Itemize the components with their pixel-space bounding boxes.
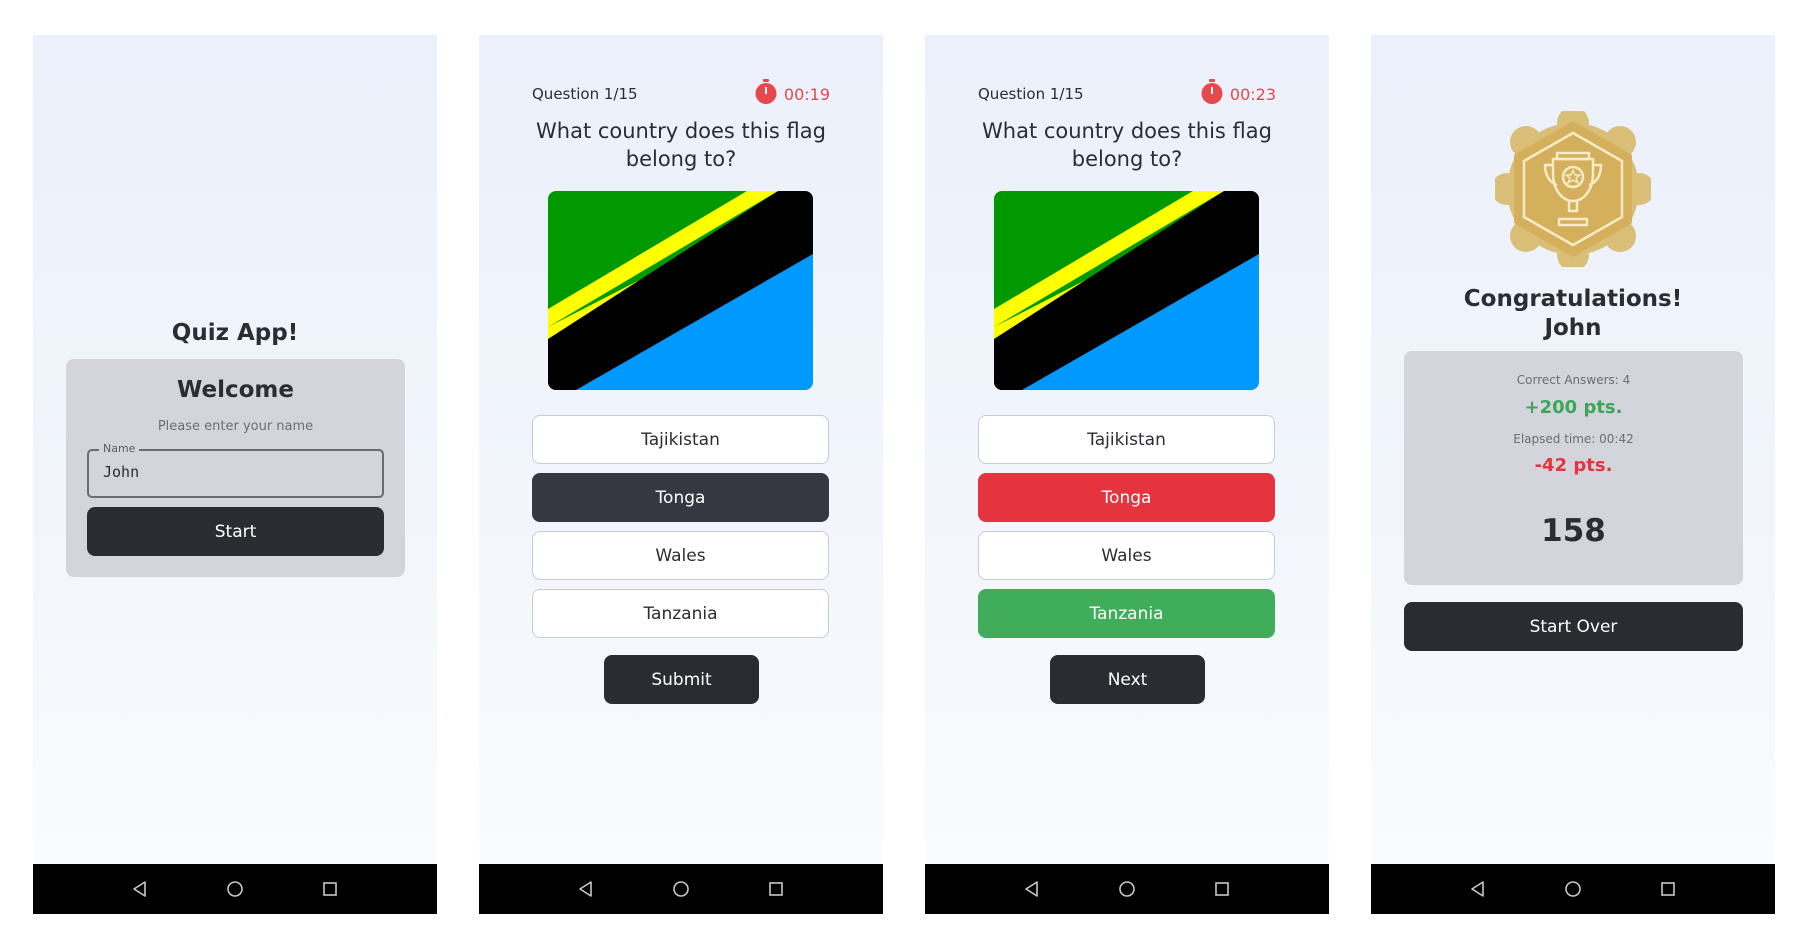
welcome-screen: Quiz App! Welcome Please enter your name… bbox=[33, 35, 437, 914]
home-circle-icon[interactable] bbox=[224, 878, 246, 900]
name-field-label: Name bbox=[99, 442, 140, 455]
android-nav-bar bbox=[479, 864, 883, 914]
question-text: What country does this flag belong to? bbox=[536, 119, 826, 171]
correct-answers-text: Correct Answers: 4 bbox=[1516, 373, 1631, 387]
timer: 00:19 bbox=[754, 79, 830, 109]
recents-square-icon[interactable] bbox=[1211, 878, 1233, 900]
trophy-badge-icon bbox=[1491, 107, 1655, 271]
start-over-button[interactable]: Start Over bbox=[1404, 602, 1743, 651]
android-nav-bar bbox=[925, 864, 1329, 914]
back-triangle-icon[interactable] bbox=[1467, 878, 1489, 900]
option-wales[interactable]: Wales bbox=[532, 531, 829, 580]
android-nav-bar bbox=[33, 864, 437, 914]
back-triangle-icon[interactable] bbox=[575, 878, 597, 900]
start-button[interactable]: Start bbox=[87, 507, 384, 556]
flag-image bbox=[994, 191, 1259, 390]
timer-value: 00:19 bbox=[783, 84, 830, 104]
back-triangle-icon[interactable] bbox=[1021, 878, 1043, 900]
home-circle-icon[interactable] bbox=[1116, 878, 1138, 900]
flag-image bbox=[548, 191, 813, 390]
home-circle-icon[interactable] bbox=[1562, 878, 1584, 900]
option-tajikistan[interactable]: Tajikistan bbox=[978, 415, 1275, 464]
name-input[interactable] bbox=[103, 463, 363, 481]
question-screen-answered: Question 1/15 00:23 What country does th… bbox=[925, 35, 1329, 914]
timer-value: 00:23 bbox=[1229, 84, 1276, 104]
back-triangle-icon[interactable] bbox=[129, 878, 151, 900]
bonus-points: +200 pts. bbox=[1524, 397, 1623, 418]
option-tanzania-correct[interactable]: Tanzania bbox=[978, 589, 1275, 638]
penalty-points: -42 pts. bbox=[1534, 455, 1613, 476]
welcome-title: Welcome bbox=[176, 377, 295, 403]
option-wales[interactable]: Wales bbox=[978, 531, 1275, 580]
recents-square-icon[interactable] bbox=[765, 878, 787, 900]
option-tonga[interactable]: Tonga bbox=[532, 473, 829, 522]
final-score: 158 bbox=[1541, 513, 1606, 549]
welcome-subtitle: Please enter your name bbox=[157, 419, 314, 434]
elapsed-time-text: Elapsed time: 00:42 bbox=[1513, 432, 1634, 446]
app-title: Quiz App! bbox=[171, 320, 299, 346]
option-tajikistan[interactable]: Tajikistan bbox=[532, 415, 829, 464]
welcome-card: Welcome Please enter your name Name Star… bbox=[66, 359, 405, 577]
results-card: Correct Answers: 4 +200 pts. Elapsed tim… bbox=[1404, 351, 1743, 585]
question-counter: Question 1/15 bbox=[978, 85, 1084, 103]
timer: 00:23 bbox=[1200, 79, 1276, 109]
question-text: What country does this flag belong to? bbox=[982, 119, 1272, 171]
recents-square-icon[interactable] bbox=[1657, 878, 1679, 900]
home-circle-icon[interactable] bbox=[670, 878, 692, 900]
congrats-heading: Congratulations! John bbox=[1371, 285, 1775, 343]
android-nav-bar bbox=[1371, 864, 1775, 914]
stopwatch-icon bbox=[1200, 79, 1224, 109]
recents-square-icon[interactable] bbox=[319, 878, 341, 900]
stopwatch-icon bbox=[754, 79, 778, 109]
question-counter: Question 1/15 bbox=[532, 85, 638, 103]
next-button[interactable]: Next bbox=[1050, 655, 1205, 704]
submit-button[interactable]: Submit bbox=[604, 655, 759, 704]
congrats-title: Congratulations! bbox=[1463, 286, 1683, 312]
option-tanzania[interactable]: Tanzania bbox=[532, 589, 829, 638]
player-name: John bbox=[1544, 315, 1602, 341]
results-screen: Congratulations! John Correct Answers: 4… bbox=[1371, 35, 1775, 914]
option-tonga-wrong[interactable]: Tonga bbox=[978, 473, 1275, 522]
name-field[interactable]: Name bbox=[87, 442, 384, 498]
question-screen-selected: Question 1/15 00:19 What country does th… bbox=[479, 35, 883, 914]
